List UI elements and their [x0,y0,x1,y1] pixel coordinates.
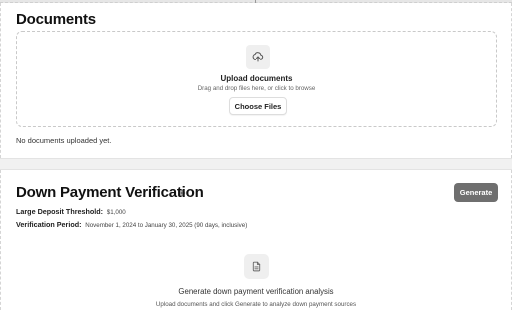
documents-title: Documents [16,11,96,28]
down-payment-card: Down Payment Verification Generate Large… [0,170,512,310]
empty-analysis-subtitle: Upload documents and click Generate to a… [155,301,357,308]
documents-card: Documents Upload documents Drag and drop… [0,3,512,158]
down-payment-title: Down Payment Verification [16,184,204,201]
threshold-line: Large Deposit Threshold: $1,000 [16,207,126,216]
upload-dropzone[interactable]: Upload documents Drag and drop files her… [16,31,497,127]
choose-files-button[interactable]: Choose Files [229,97,287,115]
period-line: Verification Period: November 1, 2024 to… [16,220,247,229]
upload-title: Upload documents [220,74,293,83]
document-icon [244,254,269,279]
empty-analysis-title: Generate down payment verification analy… [178,287,334,296]
empty-documents-text: No documents uploaded yet. [16,136,112,145]
section-divider [0,158,512,170]
period-label: Verification Period: [16,220,82,229]
threshold-value: $1,000 [106,209,126,216]
upload-subtitle: Drag and drop files here, or click to br… [197,85,316,92]
generate-button[interactable]: Generate [454,183,498,202]
threshold-label: Large Deposit Threshold: [16,207,104,216]
period-value: November 1, 2024 to January 30, 2025 (90… [85,222,248,229]
upload-cloud-icon [246,45,270,69]
gear-icon[interactable] [178,189,186,197]
